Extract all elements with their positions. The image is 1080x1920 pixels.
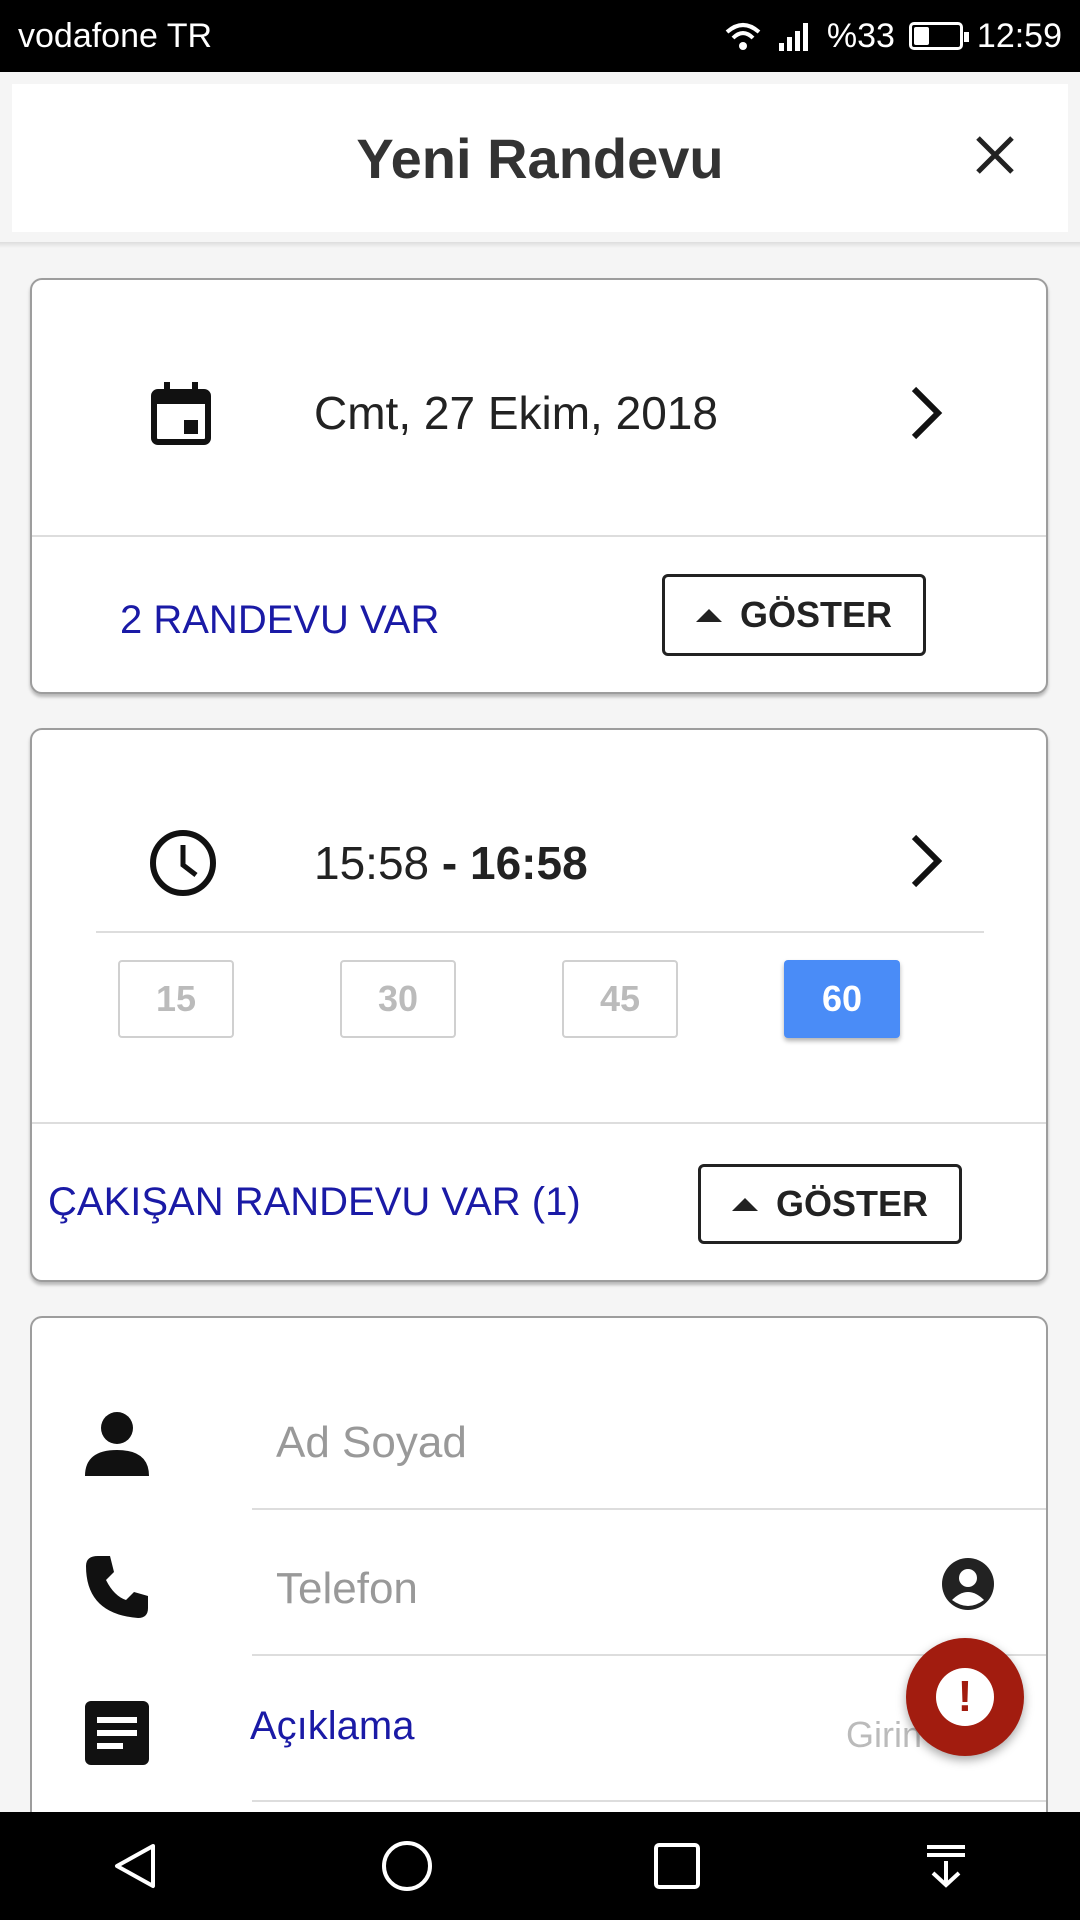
notes-icon	[82, 1698, 152, 1768]
chevron-right-icon[interactable]	[896, 378, 956, 448]
battery-percent: %33	[826, 16, 895, 55]
description-underline	[252, 1800, 1046, 1802]
contact-picker-icon[interactable]	[938, 1554, 998, 1614]
appointments-text: 2 RANDEVU VAR	[120, 597, 440, 642]
appointments-count[interactable]: 2 RANDEVU VAR	[120, 580, 439, 660]
phone-icon	[82, 1552, 152, 1622]
duration-15[interactable]: 15	[118, 960, 234, 1038]
divider	[32, 535, 1046, 537]
carrier-name: vodafone TR	[18, 16, 213, 55]
app-header: Yeni Randevu	[12, 84, 1068, 232]
status-bar: vodafone TR %33 12:59	[0, 0, 1080, 72]
time-card: 15:58 - 16:58 15 30 45 60 ÇAKIŞAN RANDEV…	[30, 728, 1048, 1282]
alert-fab-button[interactable]: !	[906, 1638, 1024, 1756]
conflict-text: ÇAKIŞAN RANDEVU VAR (1)	[48, 1179, 581, 1224]
phone-input[interactable]: Telefon	[252, 1544, 1046, 1654]
contact-form-card: Ad Soyad Telefon Açıklama Girin	[30, 1316, 1048, 1856]
system-nav-bar	[0, 1812, 1080, 1920]
date-text: Cmt, 27 Ekim, 2018	[314, 387, 718, 439]
battery-level	[913, 27, 929, 45]
clock-icon	[146, 826, 220, 900]
name-placeholder: Ad Soyad	[276, 1418, 467, 1467]
chevron-right-icon[interactable]	[896, 826, 956, 896]
arrow-up-icon	[731, 1197, 758, 1211]
person-icon	[82, 1408, 152, 1478]
phone-placeholder: Telefon	[276, 1564, 418, 1613]
time-range-selector[interactable]: 15:58 - 16:58	[314, 830, 588, 896]
page-title: Yeni Randevu	[356, 126, 724, 190]
divider	[32, 1122, 1046, 1124]
calendar-icon	[146, 378, 216, 448]
close-icon	[976, 136, 1014, 174]
date-selector[interactable]: Cmt, 27 Ekim, 2018	[314, 380, 718, 446]
duration-60[interactable]: 60	[784, 960, 900, 1038]
show-button-label: GÖSTER	[775, 1183, 928, 1224]
show-conflict-button[interactable]: GÖSTER	[698, 1164, 962, 1244]
end-time: 16:58	[470, 837, 588, 889]
duration-30[interactable]: 30	[340, 960, 456, 1038]
name-input[interactable]: Ad Soyad	[252, 1398, 1046, 1508]
battery-icon	[908, 22, 969, 50]
signal-icon	[778, 23, 808, 51]
alert-icon: !	[936, 1668, 994, 1726]
show-appointments-button[interactable]: GÖSTER	[662, 574, 926, 656]
header-shadow	[0, 242, 1080, 248]
status-icons: %33 12:59	[723, 17, 1062, 56]
duration-45[interactable]: 45	[562, 960, 678, 1038]
conflict-notice[interactable]: ÇAKIŞAN RANDEVU VAR (1)	[48, 1162, 581, 1242]
show-button-label: GÖSTER	[739, 594, 892, 635]
notification-pull-icon[interactable]	[921, 1841, 971, 1891]
date-card: Cmt, 27 Ekim, 2018 2 RANDEVU VAR GÖSTER	[30, 278, 1048, 694]
start-time: 15:58	[314, 837, 430, 889]
divider	[96, 931, 984, 933]
arrow-up-icon	[695, 608, 722, 622]
back-icon[interactable]	[109, 1840, 161, 1892]
name-underline	[252, 1508, 1046, 1510]
close-button[interactable]	[960, 120, 1030, 190]
description-label[interactable]: Açıklama	[250, 1704, 415, 1749]
home-icon[interactable]	[380, 1839, 434, 1893]
wifi-icon	[725, 23, 761, 50]
clock-time: 12:59	[976, 16, 1062, 55]
recents-icon[interactable]	[652, 1841, 702, 1891]
time-separator: -	[429, 837, 471, 889]
